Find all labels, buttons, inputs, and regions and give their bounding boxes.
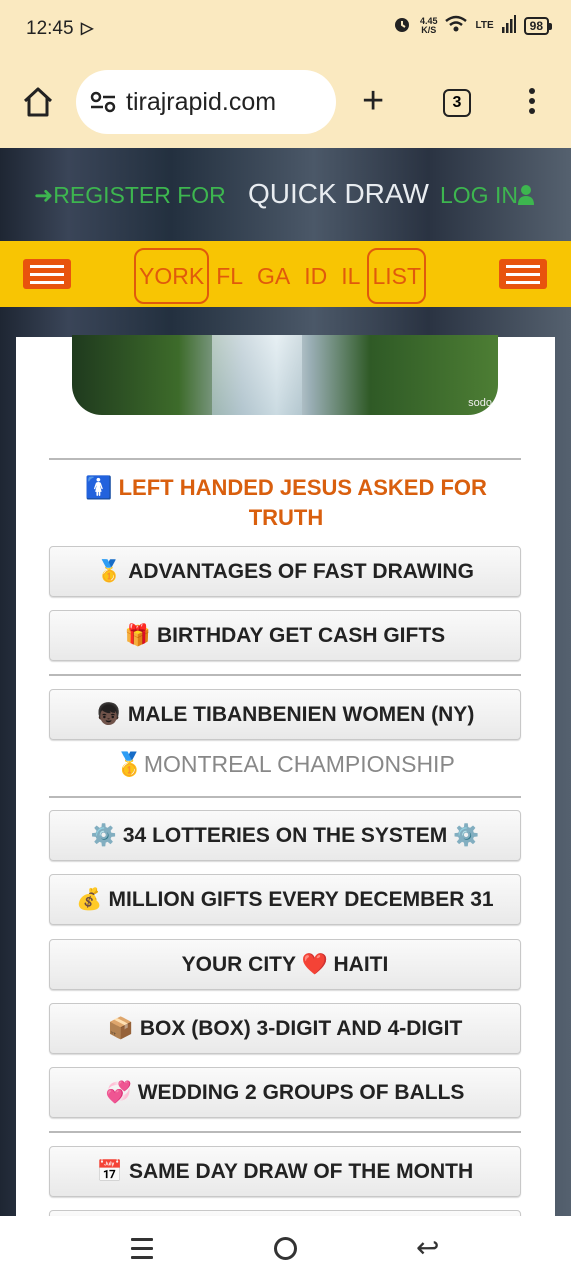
box-digit-button[interactable]: 📦 BOX (BOX) 3-DIGIT AND 4-DIGIT [49, 1003, 521, 1054]
url-text: tirajrapid.com [126, 87, 277, 116]
hero-credit: sodo [468, 397, 492, 409]
headline-link[interactable]: 🚺 LEFT HANDED JESUS ASKED FOR TRUTH [66, 473, 506, 533]
wifi-icon [445, 15, 468, 36]
net-speed: 4.45 K/S [419, 15, 438, 35]
state-tab-list[interactable]: LIST [367, 248, 427, 304]
address-bar[interactable]: tirajrapid.com [76, 70, 336, 134]
login-link[interactable]: LOG IN [440, 182, 534, 209]
left-menu-icon[interactable] [23, 259, 71, 289]
tab-switcher-button[interactable]: 3 [443, 89, 471, 117]
web-page: ➜REGISTER FOR QUICK DRAW LOG IN YORK FL … [0, 148, 571, 1216]
state-nav-bar: YORK FL GA ID IL LIST [0, 241, 571, 307]
state-tab-fl[interactable]: FL [209, 263, 250, 290]
site-top-nav: ➜REGISTER FOR QUICK DRAW LOG IN [0, 148, 571, 241]
home-icon[interactable] [20, 84, 56, 120]
wedding-balls-button[interactable]: 💞 WEDDING 2 GROUPS OF BALLS [49, 1067, 521, 1118]
recents-icon[interactable] [131, 1238, 153, 1265]
signal-icon [501, 15, 516, 36]
back-icon[interactable]: ↩ [416, 1234, 439, 1262]
content-card: sodo 🚺 LEFT HANDED JESUS ASKED FOR TRUTH… [16, 335, 555, 1216]
register-link[interactable]: ➜REGISTER FOR [34, 182, 226, 209]
alarm-icon [392, 14, 412, 37]
site-settings-icon[interactable] [90, 90, 116, 114]
state-tab-id[interactable]: ID [297, 263, 334, 290]
more-menu-icon[interactable] [526, 88, 538, 118]
system-nav-bar: ↩ [0, 1216, 571, 1280]
advantages-button[interactable]: 🥇 ADVANTAGES OF FAST DRAWING [49, 546, 521, 597]
divider [49, 674, 521, 676]
site-title: QUICK DRAW [248, 178, 429, 209]
lte-label: LTE [475, 20, 494, 31]
state-tabs: YORK FL GA ID IL LIST [134, 248, 427, 304]
montreal-championship-link[interactable]: 🥇MONTREAL CHAMPIONSHIP [49, 751, 521, 778]
browser-toolbar: tirajrapid.com + 3 [0, 58, 571, 148]
hero-image: sodo [72, 335, 498, 415]
divider [49, 1131, 521, 1133]
status-indicators: 4.45 K/S LTE 98 [392, 14, 553, 37]
divider [49, 458, 521, 460]
same-day-draw-button[interactable]: 📅 SAME DAY DRAW OF THE MONTH [49, 1146, 521, 1197]
new-tab-icon[interactable]: + [362, 82, 384, 120]
home-circle-icon[interactable] [274, 1237, 297, 1260]
state-tab-ga[interactable]: GA [250, 263, 297, 290]
lotteries-button[interactable]: ⚙️ 34 LOTTERIES ON THE SYSTEM ⚙️ [49, 810, 521, 861]
status-time: 12:45 [26, 18, 74, 39]
user-icon [517, 185, 534, 205]
million-gifts-button[interactable]: 💰 MILLION GIFTS EVERY DECEMBER 31 [49, 874, 521, 925]
state-tab-york[interactable]: YORK [134, 248, 210, 304]
status-bar: 12:45 ▷ 4.45 K/S LTE 98 [0, 0, 571, 58]
battery-icon: 98 [523, 16, 553, 35]
birthday-gifts-button[interactable]: 🎁 BIRTHDAY GET CASH GIFTS [49, 610, 521, 661]
male-tibanbenien-button[interactable]: 👦🏿 MALE TIBANBENIEN WOMEN (NY) [49, 689, 521, 740]
divider [49, 796, 521, 798]
your-city-button[interactable]: YOUR CITY ❤️ HAITI [49, 939, 521, 990]
right-menu-icon[interactable] [499, 259, 547, 289]
state-tab-il[interactable]: IL [334, 263, 367, 290]
b-icon: ▷ [81, 20, 94, 37]
